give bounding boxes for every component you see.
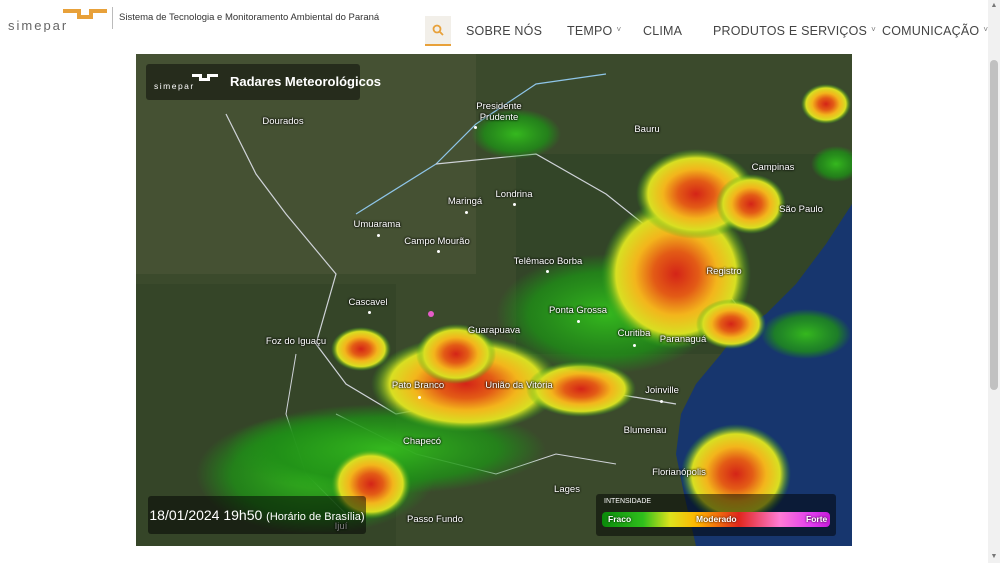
svg-text:simepar: simepar: [154, 81, 195, 91]
city-label: Florianópolis: [652, 467, 706, 478]
chevron-down-icon: ˅: [871, 25, 876, 34]
legend-high-label: Forte: [806, 514, 828, 524]
city-label: Londrina: [495, 189, 533, 200]
radar-timestamp: 18/01/2024 19h50 (Horário de Brasília): [148, 496, 366, 534]
site-subtitle: Sistema de Tecnologia e Monitoramento Am…: [112, 7, 379, 29]
city-label: Maringá: [447, 196, 483, 207]
city-label: Pato Branco: [391, 380, 445, 391]
city-label: Joinville: [645, 385, 679, 396]
main-nav: SOBRE NÓS TEMPO ˅ CLIMA PRODUTOS E SERVIÇ…: [425, 16, 988, 46]
city-marker: [513, 203, 516, 206]
city-marker: [577, 320, 580, 323]
city-label: Umuarama: [353, 219, 401, 230]
legend-low-label: Fraco: [608, 514, 632, 524]
city-label: Bauru: [634, 124, 660, 135]
scrollbar-thumb[interactable]: [990, 60, 998, 390]
radar-title: Radares Meteorológicos: [230, 74, 381, 89]
city-marker: [660, 400, 663, 403]
site-header: simepar Sistema de Tecnologia e Monitora…: [0, 0, 988, 54]
search-icon: [432, 24, 444, 36]
search-button[interactable]: [425, 16, 451, 46]
radar-map-image: [136, 54, 852, 546]
legend-title: INTENSIDADE: [604, 498, 652, 505]
nav-tempo[interactable]: TEMPO ˅: [567, 16, 621, 46]
chevron-down-icon: ˅: [616, 25, 622, 34]
nav-produtos-servicos[interactable]: PRODUTOS E SERVIÇOS ˅: [713, 16, 876, 46]
city-marker: [465, 211, 468, 214]
city-label: São Paulo: [779, 204, 823, 215]
simepar-logo[interactable]: simepar: [8, 6, 110, 32]
nav-comunicacao[interactable]: COMUNICAÇÃO ˅: [882, 16, 988, 46]
city-label: Passo Fundo: [407, 514, 463, 525]
city-marker: [633, 344, 636, 347]
city-label: Campinas: [751, 162, 795, 173]
legend-mid-label: Moderado: [696, 514, 737, 524]
intensity-legend: INTENSIDADE Fraco Moderado Forte: [596, 494, 836, 536]
timestamp-timezone: (Horário de Brasília): [266, 511, 365, 523]
city-marker: [546, 270, 549, 273]
city-label: Blumenau: [623, 425, 667, 436]
city-label: Paranaguá: [659, 334, 707, 345]
svg-text:simepar: simepar: [8, 18, 68, 32]
radar-map[interactable]: simepar Radares Meteorológicos Dourados …: [136, 54, 852, 546]
city-marker: [418, 396, 421, 399]
city-label: Guarapuava: [467, 325, 521, 336]
nav-clima[interactable]: CLIMA: [643, 16, 682, 46]
city-label: Cascavel: [348, 297, 388, 308]
city-label: União da Vitória: [485, 380, 553, 391]
radar-title-box: simepar Radares Meteorológicos: [146, 64, 381, 100]
city-marker: [437, 250, 440, 253]
city-marker: [377, 234, 380, 237]
city-label: Dourados: [262, 116, 304, 127]
simepar-logo: simepar: [154, 74, 218, 91]
city-marker: [474, 126, 477, 129]
timestamp-value: 18/01/2024 19h50: [149, 507, 263, 523]
city-label: Presidente Prudente: [476, 101, 522, 123]
city-label: Telêmaco Borba: [513, 256, 583, 267]
city-label: Registro: [706, 266, 742, 277]
page-scrollbar[interactable]: ▲ ▼: [988, 0, 1000, 563]
scroll-down-arrow-icon[interactable]: ▼: [988, 551, 1000, 563]
city-label: Lages: [554, 484, 580, 495]
city-label: Campo Mourão: [404, 236, 470, 247]
city-label: Curitiba: [617, 328, 651, 339]
nav-sobre-nos[interactable]: SOBRE NÓS: [466, 16, 542, 46]
city-label: Foz do Iguaçu: [265, 336, 327, 347]
city-label: Ponta Grossa: [548, 305, 608, 316]
city-label: Chapecó: [402, 436, 442, 447]
scroll-up-arrow-icon[interactable]: ▲: [988, 0, 1000, 12]
city-marker: [368, 311, 371, 314]
